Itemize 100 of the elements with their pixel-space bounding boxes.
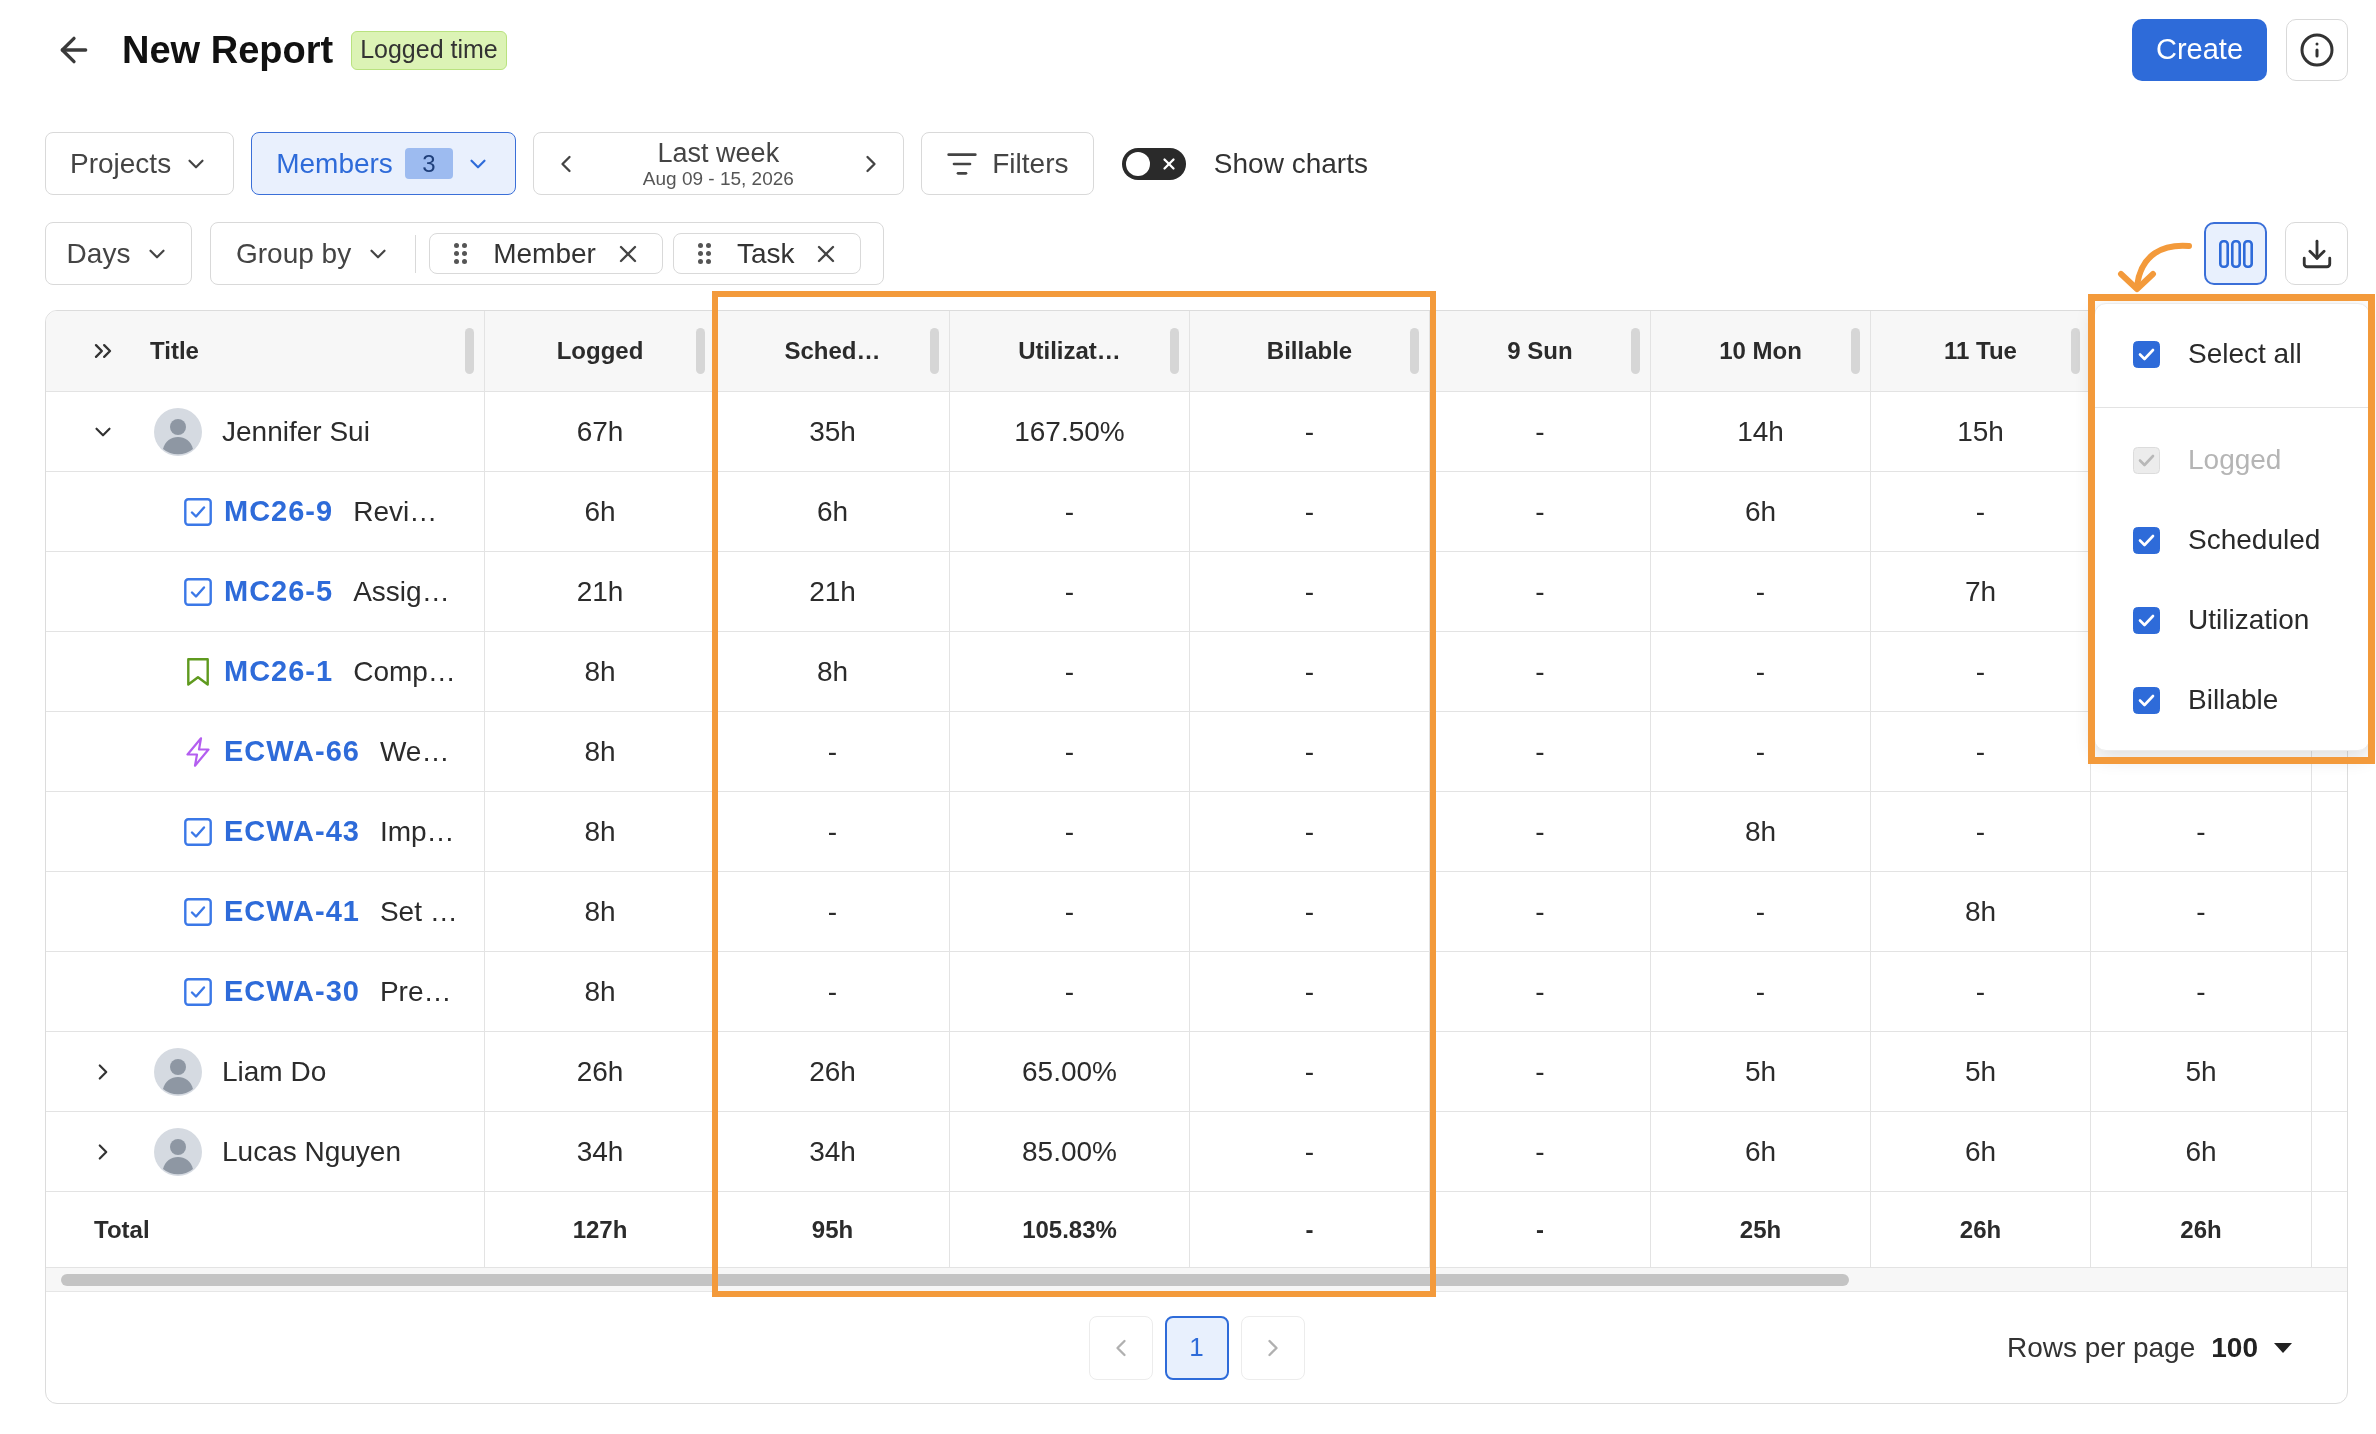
resize-handle[interactable] [465, 328, 474, 374]
table-cell: - [1430, 472, 1651, 551]
table-cell: - [1430, 872, 1651, 951]
resize-handle[interactable] [1851, 328, 1860, 374]
table-cell: 34h [716, 1112, 950, 1191]
task-title: Revi… [353, 494, 438, 529]
menu-item[interactable]: Billable [2133, 660, 2279, 740]
checkbox[interactable] [2133, 606, 2160, 634]
table-cell: - [950, 792, 1190, 871]
table-cell: - [1430, 1192, 1651, 1267]
table-cell: 8h [1871, 872, 2091, 951]
menu-item[interactable]: Utilization [2133, 580, 2310, 660]
table-cell: - [950, 552, 1190, 631]
resize-handle[interactable] [1631, 328, 1640, 374]
checked-square-icon [184, 977, 212, 1006]
column-header: Utilizat… [1018, 336, 1121, 366]
table-cell: 26h [2091, 1192, 2312, 1267]
task-title: Imp… [379, 814, 455, 849]
table-cell: - [716, 712, 950, 791]
table-cell: - [1430, 1112, 1651, 1191]
table-cell: 8h [485, 712, 716, 791]
date-range-dates: Aug 09 - 15, 2026 [642, 167, 794, 190]
table-cell: - [950, 632, 1190, 711]
group-chip[interactable]: Task [672, 233, 862, 274]
table-cell: 8h [485, 792, 716, 871]
table-cell: - [1190, 712, 1430, 791]
period-dropdown[interactable]: Days [45, 222, 192, 285]
caret-down-icon [2274, 1342, 2292, 1353]
info-icon [2299, 32, 2335, 68]
rows-per-page-select[interactable]: 100 [2211, 1326, 2292, 1369]
drag-handle-icon[interactable] [697, 243, 711, 264]
table-cell: - [1430, 392, 1651, 471]
issue-key-link[interactable]: ECWA-66 [224, 729, 360, 774]
create-button[interactable]: Create [2132, 19, 2267, 81]
group-by-dropdown[interactable]: Group by [236, 232, 392, 275]
issue-key-link[interactable]: MC26-1 [224, 649, 334, 694]
checked-square-icon [184, 897, 212, 926]
table-cell: - [716, 952, 950, 1031]
resize-handle[interactable] [2071, 328, 2080, 374]
info-button[interactable] [2286, 19, 2348, 81]
table-cell: 21h [716, 552, 950, 631]
avatar-placeholder [154, 1127, 202, 1176]
resize-handle[interactable] [1410, 328, 1419, 374]
table-cell: - [1871, 712, 2091, 791]
filter-dropdown[interactable]: Projects [45, 132, 235, 195]
resize-handle[interactable] [930, 328, 939, 374]
table-cell: 105.83% [950, 1192, 1190, 1267]
table-cell: 15h [1871, 392, 2091, 471]
total-label: Total [94, 1214, 150, 1245]
column-header: 10 Mon [1719, 336, 1802, 366]
table-cell: 5h [1871, 1032, 2091, 1111]
table-cell: 65.00% [950, 1032, 1190, 1111]
table-cell: - [1190, 392, 1430, 471]
group-chip[interactable]: Member [429, 233, 663, 274]
table-cell: - [1430, 552, 1651, 631]
menu-item[interactable]: Select all [2133, 314, 2302, 394]
checkbox[interactable] [2133, 526, 2160, 554]
checkbox[interactable] [2133, 686, 2160, 714]
table-cell: - [2091, 872, 2312, 951]
issue-key-link[interactable]: ECWA-41 [224, 889, 360, 934]
resize-handle[interactable] [696, 328, 705, 374]
table-cell: 8h [485, 872, 716, 951]
issue-key-link[interactable]: MC26-9 [224, 489, 334, 534]
drag-handle-icon[interactable] [454, 243, 468, 264]
menu-item[interactable]: Scheduled [2133, 500, 2321, 580]
table-cell: 21h [485, 552, 716, 631]
table-cell: 67h [485, 392, 716, 471]
table-cell: 25h [1651, 1192, 1871, 1267]
page-button[interactable]: 1 [1164, 1315, 1229, 1380]
table-cell: - [950, 472, 1190, 551]
table-cell: 14h [1651, 392, 1871, 471]
filters-button[interactable]: Filters [920, 132, 1094, 195]
task-title: Pre… [379, 974, 452, 1009]
table-cell: - [950, 872, 1190, 951]
columns-button[interactable] [2204, 222, 2267, 285]
task-title: Set … [379, 894, 458, 929]
filter-dropdown[interactable]: Members 3 [251, 132, 516, 195]
avatar-placeholder [154, 407, 202, 456]
table-cell: - [1190, 1192, 1430, 1267]
download-button[interactable] [2285, 222, 2348, 285]
resize-handle[interactable] [1170, 328, 1179, 374]
table-cell: - [1430, 952, 1651, 1031]
issue-key-link[interactable]: ECWA-30 [224, 969, 360, 1014]
table-cell: - [1651, 952, 1871, 1031]
issue-key-link[interactable]: MC26-5 [224, 569, 334, 614]
checkbox[interactable] [2133, 340, 2160, 368]
date-range-label: Last week [657, 137, 780, 168]
table-cell: 6h [2091, 1112, 2312, 1191]
table-cell: - [1190, 872, 1430, 951]
table-cell: - [2091, 792, 2312, 871]
toggle-switch[interactable] [1121, 147, 1186, 180]
column-header: 11 Tue [1944, 336, 2017, 366]
issue-key-link[interactable]: ECWA-43 [224, 809, 360, 854]
table-cell: - [1190, 1032, 1430, 1111]
table-cell: 8h [485, 952, 716, 1031]
table-cell: - [1190, 792, 1430, 871]
table-cell: - [1190, 632, 1430, 711]
table-cell: - [1871, 952, 2091, 1031]
scrollbar-thumb[interactable] [61, 1273, 1849, 1286]
task-title: We… [379, 734, 450, 769]
